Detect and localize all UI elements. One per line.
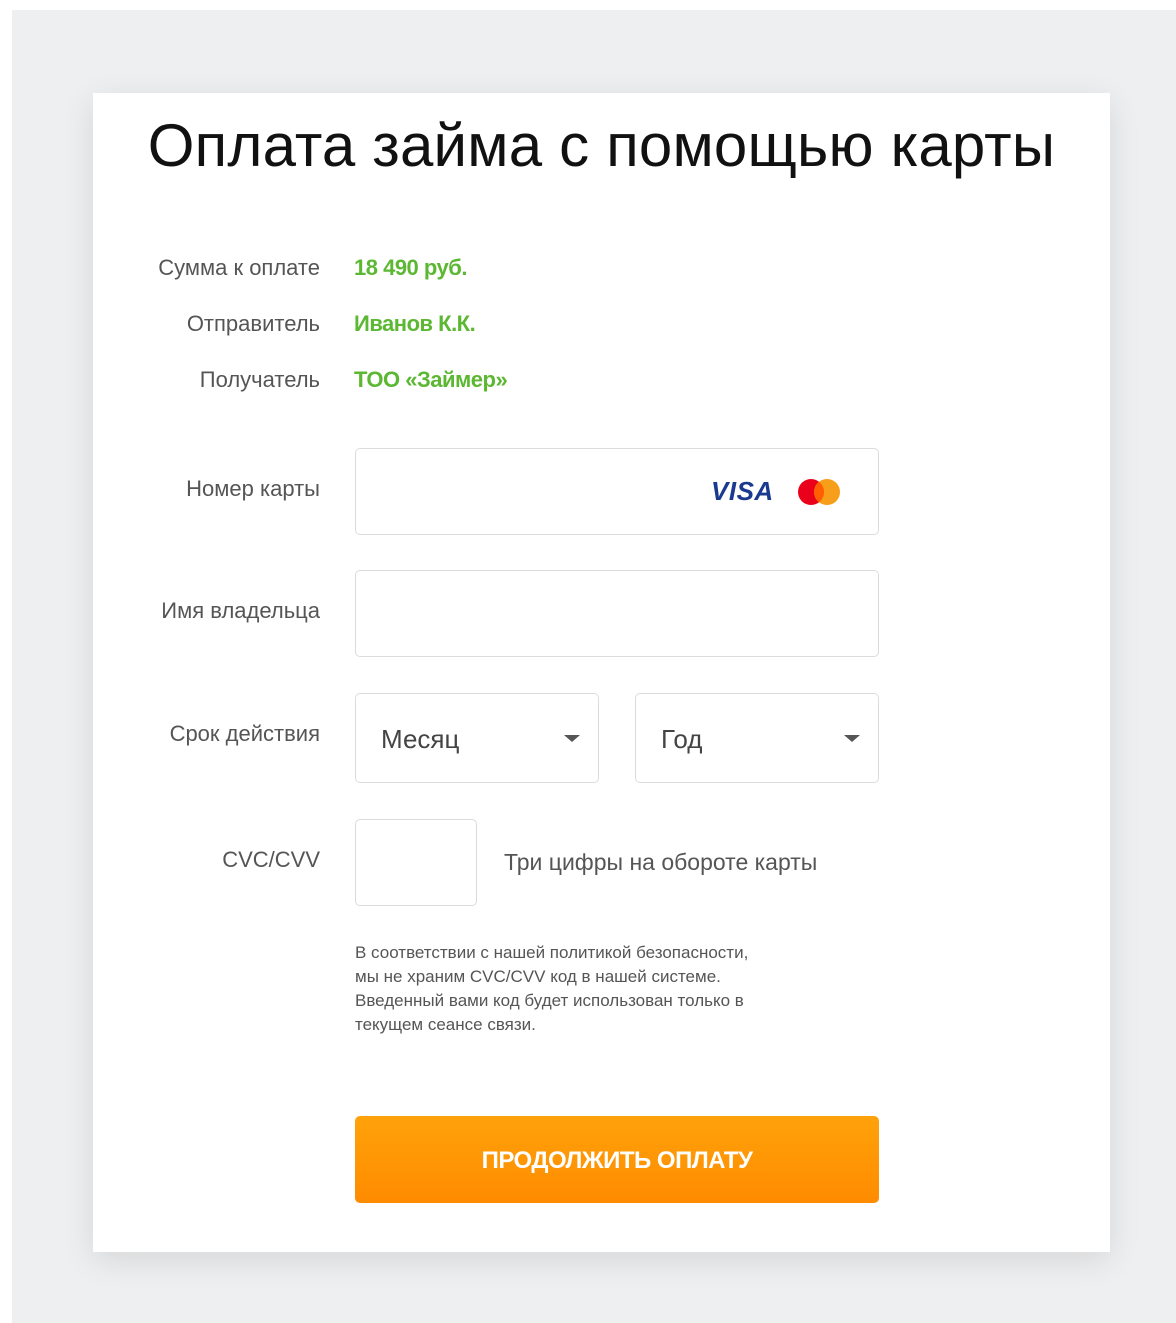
visa-logo-icon: VISA: [711, 476, 774, 506]
security-note-line: текущем сеансе связи.: [355, 1015, 536, 1034]
security-note: В соответствии с нашей политикой безопас…: [355, 941, 875, 1037]
security-note-line: В соответствии с нашей политикой безопас…: [355, 943, 749, 962]
amount-value: 18 490 руб.: [354, 255, 468, 280]
chevron-down-icon: [844, 735, 860, 742]
card-number-field[interactable]: VISA: [355, 448, 879, 535]
expiry-label: Срок действия: [169, 721, 320, 746]
holder-name-label: Имя владельца: [161, 598, 320, 623]
amount-label: Сумма к оплате: [158, 255, 320, 280]
holder-name-field[interactable]: [355, 570, 879, 657]
security-note-line: Введенный вами код будет использован тол…: [355, 991, 744, 1010]
page-title: Оплата займа с помощью карты: [147, 112, 1056, 179]
mastercard-logo-icon: [798, 479, 840, 505]
payment-card: Оплата займа с помощью карты Сумма к опл…: [93, 93, 1110, 1252]
year-select[interactable]: Год: [635, 693, 879, 783]
continue-payment-button[interactable]: ПРОДОЛЖИТЬ ОПЛАТУ: [355, 1116, 879, 1203]
sender-value: Иванов К.К.: [354, 311, 476, 336]
chevron-down-icon: [564, 735, 580, 742]
cvc-label: CVC/CVV: [222, 847, 320, 872]
security-note-line: мы не храним CVC/CVV код в нашей системе…: [355, 967, 721, 986]
sender-label: Отправитель: [186, 311, 320, 336]
year-select-value: Год: [661, 724, 703, 754]
month-select[interactable]: Месяц: [355, 693, 599, 783]
month-select-value: Месяц: [381, 724, 460, 754]
card-number-label: Номер карты: [186, 476, 320, 501]
recipient-label: Получатель: [199, 367, 320, 392]
cvc-hint: Три цифры на обороте карты: [504, 849, 818, 875]
cvc-field[interactable]: [355, 819, 477, 906]
recipient-value: ТОО «Займер»: [354, 367, 508, 392]
